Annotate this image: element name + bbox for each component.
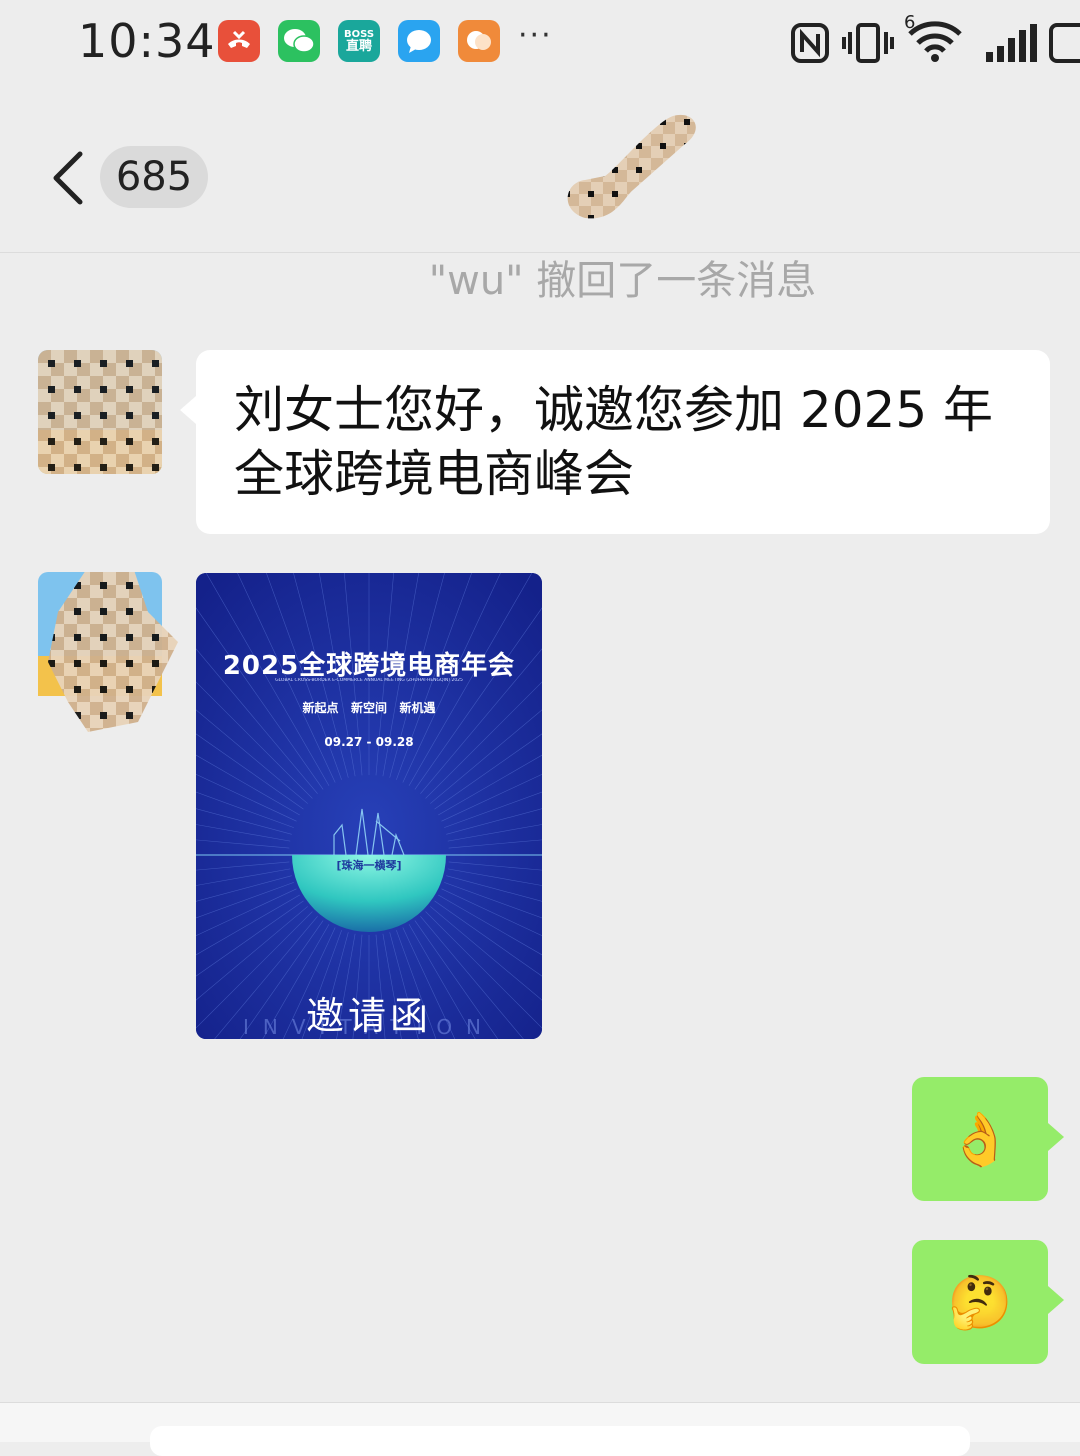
- poster-invitation: 邀请函: [305, 994, 432, 1038]
- recall-notice: "wu" 撤回了一条消息: [428, 258, 817, 304]
- signal-icon: [984, 22, 1038, 68]
- message-bubble-icon: [398, 20, 440, 62]
- outgoing-emoji-message[interactable]: 🤔: [912, 1240, 1064, 1364]
- more-notifications-icon: ···: [518, 18, 553, 53]
- network-type-label: 6: [904, 12, 916, 33]
- outgoing-emoji-message[interactable]: 👌: [912, 1077, 1064, 1201]
- ok-hand-emoji: 👌: [947, 1109, 1013, 1170]
- status-bar: 10:34 BOSS 直聘 ··· 6: [0, 0, 1080, 88]
- status-time: 10:34: [78, 14, 216, 68]
- wechat-icon: [278, 20, 320, 62]
- poster-location: [珠海一横琴]: [336, 859, 402, 872]
- sender-avatar[interactable]: [38, 572, 178, 732]
- message-line-2: 全球跨境电商峰会: [234, 445, 634, 503]
- boss-zhipin-icon: BOSS 直聘: [338, 20, 380, 62]
- message-line-1: 刘女士您好，诚邀您参加 2025 年: [234, 381, 994, 439]
- incoming-text-message[interactable]: 刘女士您好，诚邀您参加 2025 年 全球跨境电商峰会: [180, 350, 1050, 534]
- back-button[interactable]: [48, 148, 88, 208]
- poster-subtitle: GLOBAL CROSS-BORDER E-COMMERCE ANNUAL ME…: [275, 678, 463, 683]
- sender-avatar[interactable]: [38, 350, 162, 474]
- wifi-icon: 6: [904, 12, 966, 66]
- battery-icon: [1048, 22, 1080, 68]
- vibrate-icon: [842, 22, 894, 68]
- chevron-left-icon: [53, 151, 83, 205]
- poster-dates: 09.27 - 09.28: [324, 735, 414, 749]
- message-input[interactable]: [150, 1426, 970, 1456]
- invitation-image-message[interactable]: 2025全球跨境电商年会 GLOBAL CROSS-BORDER E-COMME…: [196, 573, 542, 1039]
- chat-app-icon: [458, 20, 500, 62]
- poster-slogan: 新起点 新空间 新机遇: [302, 701, 436, 715]
- thinking-emoji: 🤔: [947, 1272, 1013, 1333]
- chat-header: 685 u: [0, 100, 1080, 253]
- poster-title: 2025全球跨境电商年会: [222, 651, 516, 681]
- missed-call-icon: [218, 20, 260, 62]
- nfc-icon: [790, 22, 830, 68]
- boss-label-bottom: 直聘: [345, 39, 372, 54]
- chat-title-redacted: [555, 110, 715, 230]
- unread-count-badge[interactable]: 685: [100, 146, 208, 208]
